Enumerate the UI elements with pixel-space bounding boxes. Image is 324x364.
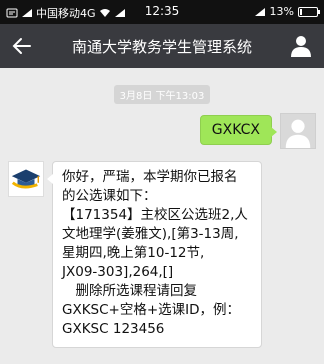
message-timestamp: 3月8日 下午13:03 <box>113 85 211 104</box>
user-message-bubble[interactable]: GXKCX <box>199 115 278 145</box>
header-bar: 南通大学教务学生管理系统 <box>0 24 324 68</box>
signal-icon <box>254 7 265 16</box>
page-title: 南通大学教务学生管理系统 <box>71 38 252 56</box>
message-line: GXKSC+空格+选课ID，例： <box>62 302 241 318</box>
battery-icon <box>298 6 320 17</box>
status-right: 13% <box>254 5 320 18</box>
message-line: 删除所选课程请回复 <box>62 283 197 299</box>
bot-message-bubble[interactable]: 你好，严瑞，本学期你已报名 的公选课如下： 【171354】主校区公选班2,人 … <box>47 161 262 348</box>
battery-percent: 13% <box>269 5 294 18</box>
person-icon <box>285 119 311 148</box>
status-bar: 中国移动4G 12:35 13% <box>0 0 324 24</box>
arrow-left-icon[interactable] <box>10 34 34 58</box>
message-line: GXKSC 123456 <box>62 321 165 337</box>
timestamp-row: 3月8日 下午13:03 <box>0 84 324 104</box>
battery-level <box>300 8 302 15</box>
avatar[interactable] <box>280 113 316 149</box>
message-line: 文地理学(姜雅文),[第3-13周, <box>62 226 239 242</box>
message-line: 【171354】主校区公选班2,人 <box>62 207 248 223</box>
message-line: 的公选课如下： <box>62 188 157 204</box>
message-line: JX09-303],264,[] <box>62 264 174 280</box>
message-line: 你好，严瑞，本学期你已报名 <box>62 169 238 185</box>
graduation-cap-icon <box>11 169 41 189</box>
message-line: 星期四,晚上第10-12节, <box>62 245 205 261</box>
avatar[interactable] <box>8 161 44 197</box>
person-icon[interactable] <box>290 34 312 58</box>
